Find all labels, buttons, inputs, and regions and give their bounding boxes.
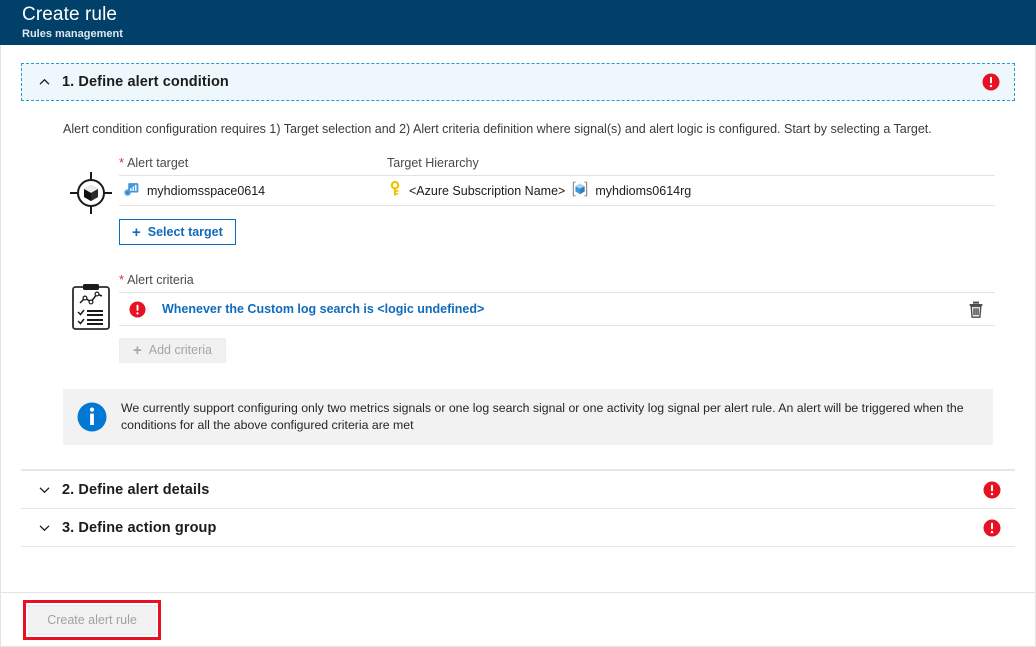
target-hierarchy-value-cell: <Azure Subscription Name> m	[387, 180, 995, 201]
page-header: Create rule Rules management	[0, 0, 1036, 45]
alert-target-value: myhdiomsspace0614	[147, 184, 265, 198]
target-hierarchy-label: Target Hierarchy	[387, 156, 479, 170]
section-header-define-action-group[interactable]: 3. Define action group	[21, 508, 1015, 546]
page-footer: Create alert rule	[1, 592, 1035, 647]
alert-target-label-cell: *Alert target	[119, 155, 387, 170]
resource-group-icon	[571, 180, 589, 201]
error-icon	[982, 73, 1000, 91]
section-header-define-alert-details[interactable]: 2. Define alert details	[21, 470, 1015, 508]
alert-target-fields: *Alert target Target Hierarchy	[119, 155, 1015, 245]
page-content: 1. Define alert condition Alert conditio…	[0, 45, 1036, 647]
alert-target-row: myhdiomsspace0614 <A	[119, 175, 995, 206]
trash-icon[interactable]	[965, 298, 987, 320]
alert-target-block: *Alert target Target Hierarchy	[63, 155, 1015, 245]
info-banner-text: We currently support configuring only tw…	[121, 389, 993, 445]
create-alert-rule-highlight: Create alert rule	[23, 600, 161, 640]
section-header-define-alert-condition[interactable]: 1. Define alert condition	[21, 63, 1015, 101]
alert-criteria-fields: *Alert criteria Whenever the Custom log …	[119, 273, 1015, 363]
alert-criteria-labels: *Alert criteria	[119, 273, 995, 287]
sections-scroll-area: 1. Define alert condition Alert conditio…	[1, 45, 1035, 592]
criteria-clipboard-icon	[63, 273, 119, 331]
page-title: Create rule	[22, 4, 1036, 26]
info-banner: We currently support configuring only tw…	[63, 389, 993, 445]
target-cube-icon	[63, 155, 119, 215]
resource-group-name: myhdioms0614rg	[595, 184, 691, 198]
plus-icon: +	[133, 343, 142, 358]
subscription-name: <Azure Subscription Name>	[409, 184, 565, 198]
alert-target-value-cell: myhdiomsspace0614	[119, 181, 387, 201]
log-analytics-workspace-icon	[123, 181, 140, 201]
chevron-up-icon[interactable]	[36, 74, 52, 90]
error-icon	[983, 519, 1001, 537]
required-asterisk: *	[119, 273, 124, 286]
error-icon	[129, 301, 146, 318]
required-asterisk: *	[119, 155, 124, 170]
section-title: 2. Define alert details	[62, 482, 209, 498]
section-title: 3. Define action group	[62, 520, 216, 536]
target-hierarchy-label-cell: Target Hierarchy	[387, 155, 995, 170]
section-title: 1. Define alert condition	[62, 74, 229, 90]
page-subtitle: Rules management	[22, 27, 1036, 41]
section-description: Alert condition configuration requires 1…	[63, 121, 1015, 138]
chevron-down-icon[interactable]	[36, 482, 52, 498]
error-icon	[983, 481, 1001, 499]
select-target-button-label: Select target	[148, 226, 223, 239]
add-criteria-button[interactable]: + Add criteria	[119, 338, 226, 363]
alert-target-label: Alert target	[127, 156, 188, 170]
criteria-link[interactable]: Whenever the Custom log search is <logic…	[162, 302, 484, 316]
criteria-row[interactable]: Whenever the Custom log search is <logic…	[119, 292, 995, 326]
section-divider-bottom	[21, 546, 1015, 547]
alert-criteria-block: *Alert criteria Whenever the Custom log …	[63, 273, 1015, 363]
add-criteria-button-label: Add criteria	[149, 344, 212, 357]
info-icon	[63, 389, 121, 445]
select-target-button[interactable]: + Select target	[119, 219, 236, 245]
chevron-down-icon[interactable]	[36, 520, 52, 536]
section-body-define-alert-condition: Alert condition configuration requires 1…	[21, 101, 1015, 363]
key-icon	[387, 181, 403, 200]
plus-icon: +	[132, 225, 141, 240]
create-alert-rule-button[interactable]: Create alert rule	[28, 605, 156, 635]
alert-target-labels: *Alert target Target Hierarchy	[119, 155, 995, 170]
alert-criteria-label: Alert criteria	[127, 273, 194, 287]
